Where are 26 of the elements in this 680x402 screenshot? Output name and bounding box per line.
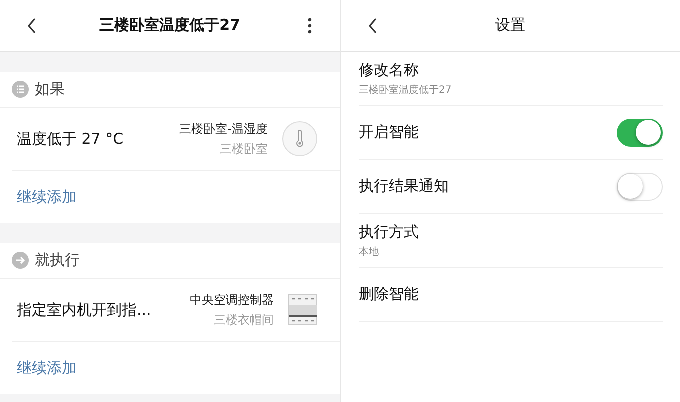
more-icon[interactable] [308,18,312,34]
setting-value: 本地 [359,246,380,258]
setting-label[interactable]: 执行方式 [359,222,419,242]
controller-device-icon [288,294,318,326]
rule-text[interactable]: 温度低于 27 °C [12,130,180,148]
rule-text[interactable]: 指定室内机开到指... [12,300,190,320]
setting-label[interactable]: 修改名称 [359,60,452,80]
page-title: 三楼卧室温度低于27 [100,16,240,35]
thermometer-icon [282,121,318,157]
device-name: 三楼卧室-温湿度 [180,120,268,138]
room-name: 三楼卧室 [220,140,268,158]
setting-value: 三楼卧室温度低于27 [359,84,452,96]
setting-label[interactable]: 删除智能 [359,285,419,304]
back-icon[interactable] [368,18,378,34]
toggle-switch[interactable] [617,118,663,146]
setting-label[interactable]: 执行结果通知 [359,177,449,196]
page-title: 设置 [496,16,526,35]
back-icon[interactable] [27,18,37,34]
room-name: 三楼衣帽间 [214,312,274,328]
list-icon [12,81,29,98]
add-more-link[interactable]: 继续添加 [17,358,77,378]
setting-label[interactable]: 开启智能 [359,123,419,142]
add-more-link[interactable]: 继续添加 [17,188,77,206]
device-name: 中央空调控制器 [190,292,274,308]
section-label: 就执行 [35,251,80,270]
section-label: 如果 [35,80,65,99]
